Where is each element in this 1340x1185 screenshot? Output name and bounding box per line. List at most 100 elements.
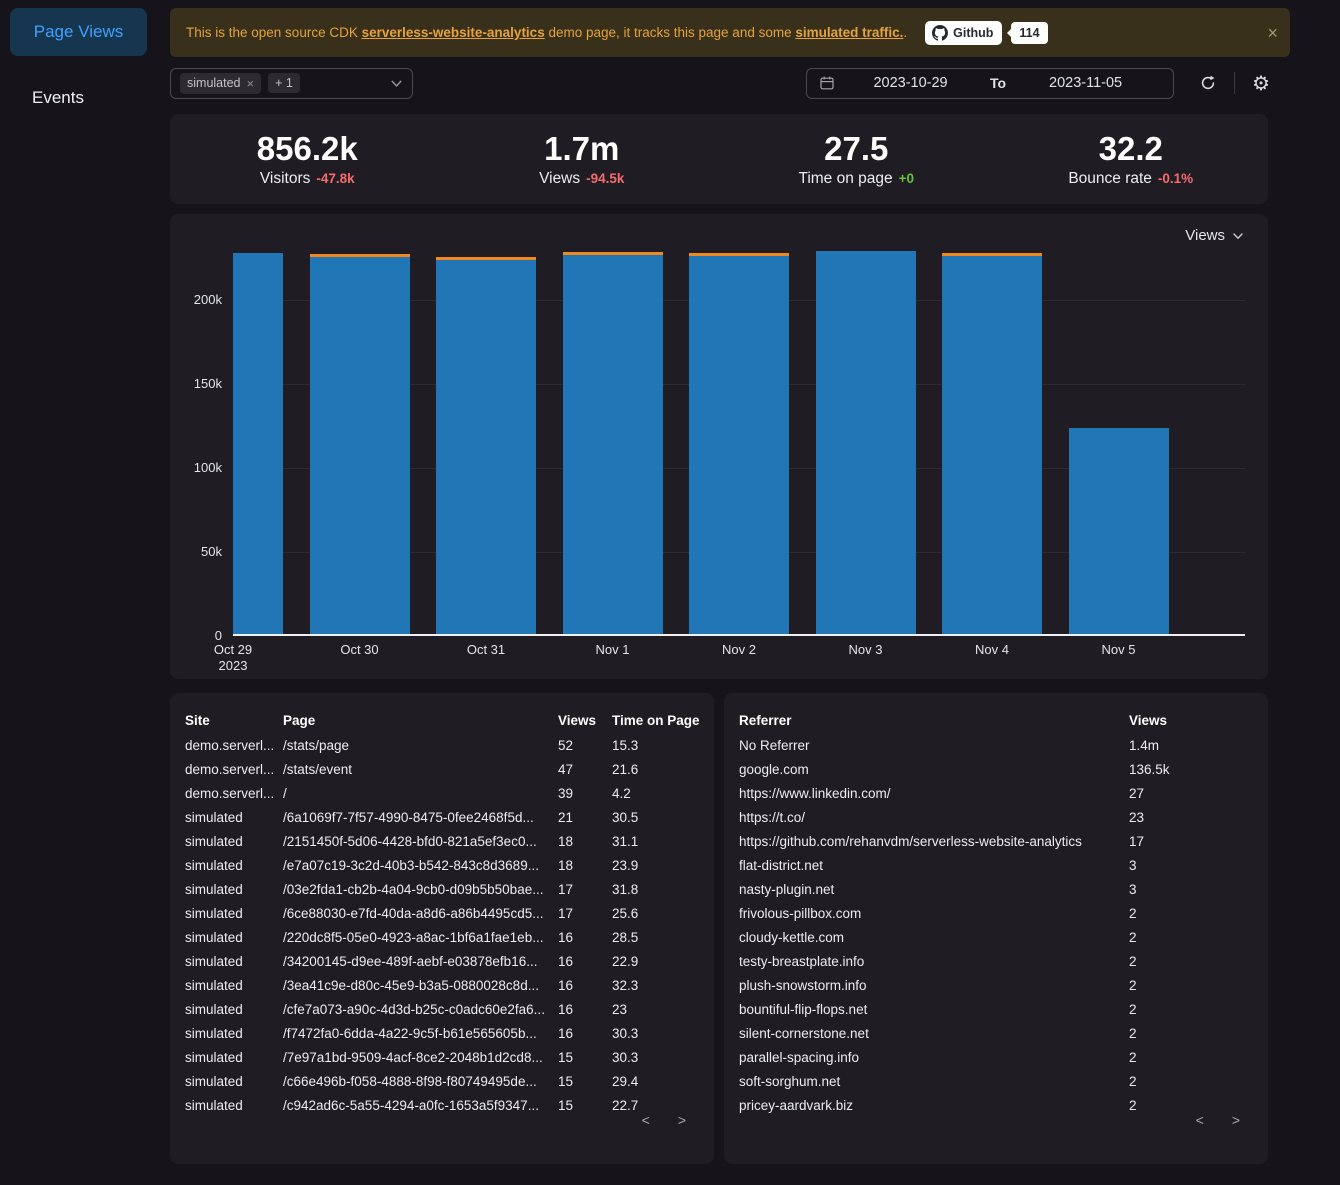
referrers-table-body: No Referrer 1.4m google.com 136.5k https://w… xyxy=(739,733,1253,1117)
table-cell: /f7472fa0-6dda-4a22-9c5f-b61e565605b... xyxy=(283,1025,537,1041)
table-cell: 2 xyxy=(1129,1097,1137,1113)
table-cell: 27 xyxy=(1129,785,1145,801)
table-cell: 17 xyxy=(558,905,574,921)
y-axis-label: 200k xyxy=(193,291,222,307)
bar-chart-plot-area xyxy=(233,251,1245,636)
column-header: Time on Page xyxy=(612,712,699,728)
sidebar: Page Views Events xyxy=(0,0,170,1185)
table-cell: 15 xyxy=(558,1097,574,1113)
overlay-line-segment xyxy=(942,252,1042,256)
date-range-picker[interactable]: 2023-10-29 To 2023-11-05 xyxy=(806,67,1175,99)
table-row: demo.serverl... /stats/event 47 21.6 xyxy=(185,757,699,781)
sidebar-item-events[interactable]: Events xyxy=(32,88,84,108)
views-chart-card: Views 0 50k 100k 150k 200k Oct 29 2023 Oct 30 Oc… xyxy=(170,214,1268,679)
table-cell: /stats/event xyxy=(283,761,353,777)
stat-value: 27.5 xyxy=(824,129,889,167)
table-cell: 39 xyxy=(558,785,574,801)
main-content: This is the open source CDK serverless-w… xyxy=(170,0,1290,1164)
table-cell: simulated xyxy=(185,857,243,873)
table-row: silent-cornerstone.net 2 xyxy=(739,1021,1253,1045)
date-to-input[interactable]: 2023-11-05 xyxy=(1010,75,1161,91)
filter-more-tag: + 1 xyxy=(268,73,300,93)
y-axis-label: 0 xyxy=(214,628,222,643)
table-row: simulated/cfe7a073-a90c-4d3d-b25c-c0adc6… xyxy=(185,997,699,1021)
banner-link-simulated-traffic[interactable]: simulated traffic. xyxy=(795,25,903,40)
bar-oct-30[interactable] xyxy=(309,254,410,634)
table-cell: 32.3 xyxy=(612,977,639,993)
settings-button[interactable]: ⚙ xyxy=(1252,73,1270,93)
bar-nov-1[interactable] xyxy=(562,251,663,634)
stat-label: Visitors xyxy=(259,170,311,188)
table-cell: 23 xyxy=(612,1001,628,1017)
column-header: Referrer xyxy=(739,712,792,728)
referrers-table-card: Referrer Views No Referrer 1.4m google.com… xyxy=(724,693,1268,1164)
table-row: soft-sorghum.net 2 xyxy=(739,1069,1253,1093)
table-cell: 2 xyxy=(1129,929,1137,945)
table-cell: 15 xyxy=(558,1049,574,1065)
pagination-prev[interactable]: < xyxy=(642,1112,650,1128)
chart-metric-selector[interactable]: Views xyxy=(1185,227,1244,244)
pagination-next[interactable]: > xyxy=(678,1112,686,1128)
bar-nov-4[interactable] xyxy=(942,252,1042,634)
overlay-line-segment xyxy=(436,256,536,260)
x-axis-label: Nov 1 xyxy=(595,642,630,657)
table-cell: 3 xyxy=(1129,857,1137,873)
chart-metric-label: Views xyxy=(1185,227,1225,244)
table-cell: 16 xyxy=(558,977,574,993)
table-cell: simulated xyxy=(185,809,243,825)
table-cell: frivolous-pillbox.com xyxy=(739,905,862,921)
stat-time-on-page: 27.5 Time on page +0 xyxy=(719,130,994,189)
table-cell: 15.3 xyxy=(612,737,639,753)
table-cell: 16 xyxy=(558,1001,574,1017)
y-axis-label: 150k xyxy=(193,375,222,391)
calendar-icon xyxy=(820,76,834,90)
table-row: plush-snowstorm.info 2 xyxy=(739,973,1253,997)
table-cell: /e7a07c19-3c2d-40b3-b542-843c8d3689... xyxy=(283,857,539,873)
close-icon: × xyxy=(1267,22,1278,43)
pagination-prev[interactable]: < xyxy=(1196,1112,1204,1128)
banner-link-repo[interactable]: serverless-website-analytics xyxy=(362,25,545,40)
table-cell: https://t.co/ xyxy=(739,809,806,825)
github-button[interactable]: Github xyxy=(925,20,1003,45)
bar-oct-31[interactable] xyxy=(436,256,536,634)
bar-nov-2[interactable] xyxy=(689,253,789,634)
table-cell: https://github.com/rehanvdm/serverless-w… xyxy=(739,833,1082,849)
table-cell: testy-breastplate.info xyxy=(739,953,865,969)
table-cell: 2 xyxy=(1129,977,1137,993)
table-cell: 17 xyxy=(1129,833,1145,849)
x-axis-label: Nov 5 xyxy=(1101,642,1136,657)
bar-oct-29[interactable] xyxy=(233,253,283,634)
github-icon xyxy=(932,24,949,41)
column-header: Page xyxy=(283,712,316,728)
table-cell: 23.9 xyxy=(612,857,639,873)
pages-table-pagination: < > xyxy=(642,1112,686,1128)
table-cell: parallel-spacing.info xyxy=(739,1049,860,1065)
sidebar-item-page-views[interactable]: Page Views xyxy=(10,8,147,56)
table-cell: /2151450f-5d06-4428-bfd0-821a5ef3ec0... xyxy=(283,833,537,849)
x-axis-label: Nov 2 xyxy=(722,642,756,657)
bar-nov-3[interactable] xyxy=(815,251,916,634)
stat-delta: +0 xyxy=(898,171,915,187)
table-row: testy-breastplate.info 2 xyxy=(739,949,1253,973)
date-from-input[interactable]: 2023-10-29 xyxy=(835,75,986,91)
table-cell: No Referrer xyxy=(739,737,810,753)
pages-table-header: Site Page Views Time on Page xyxy=(185,707,699,733)
site-filter-select[interactable]: simulated × + 1 xyxy=(170,67,413,99)
info-banner: This is the open source CDK serverless-w… xyxy=(170,8,1290,57)
banner-close-button[interactable]: × xyxy=(1267,24,1278,42)
pages-table-card: Site Page Views Time on Page demo.server… xyxy=(170,693,714,1164)
table-cell: 52 xyxy=(558,737,574,753)
pagination-next[interactable]: > xyxy=(1232,1112,1240,1128)
banner-text-after: . xyxy=(903,25,908,40)
refresh-icon xyxy=(1201,75,1215,90)
table-cell: cloudy-kettle.com xyxy=(739,929,845,945)
github-star-count[interactable]: 114 xyxy=(1007,21,1048,44)
refresh-button[interactable] xyxy=(1199,74,1217,92)
table-cell: /cfe7a073-a90c-4d3d-b25c-c0adc60e2fa6... xyxy=(283,1001,545,1017)
stat-value: 856.2k xyxy=(256,129,358,167)
tag-close-icon[interactable]: × xyxy=(247,76,255,91)
table-cell: 18 xyxy=(558,833,574,849)
table-row: simulated/03e2fda1-cb2b-4a04-9cb0-d09b5b… xyxy=(185,877,699,901)
table-row: simulated/6a1069f7-7f57-4990-8475-0fee24… xyxy=(185,805,699,829)
bar-nov-5[interactable] xyxy=(1068,428,1169,634)
